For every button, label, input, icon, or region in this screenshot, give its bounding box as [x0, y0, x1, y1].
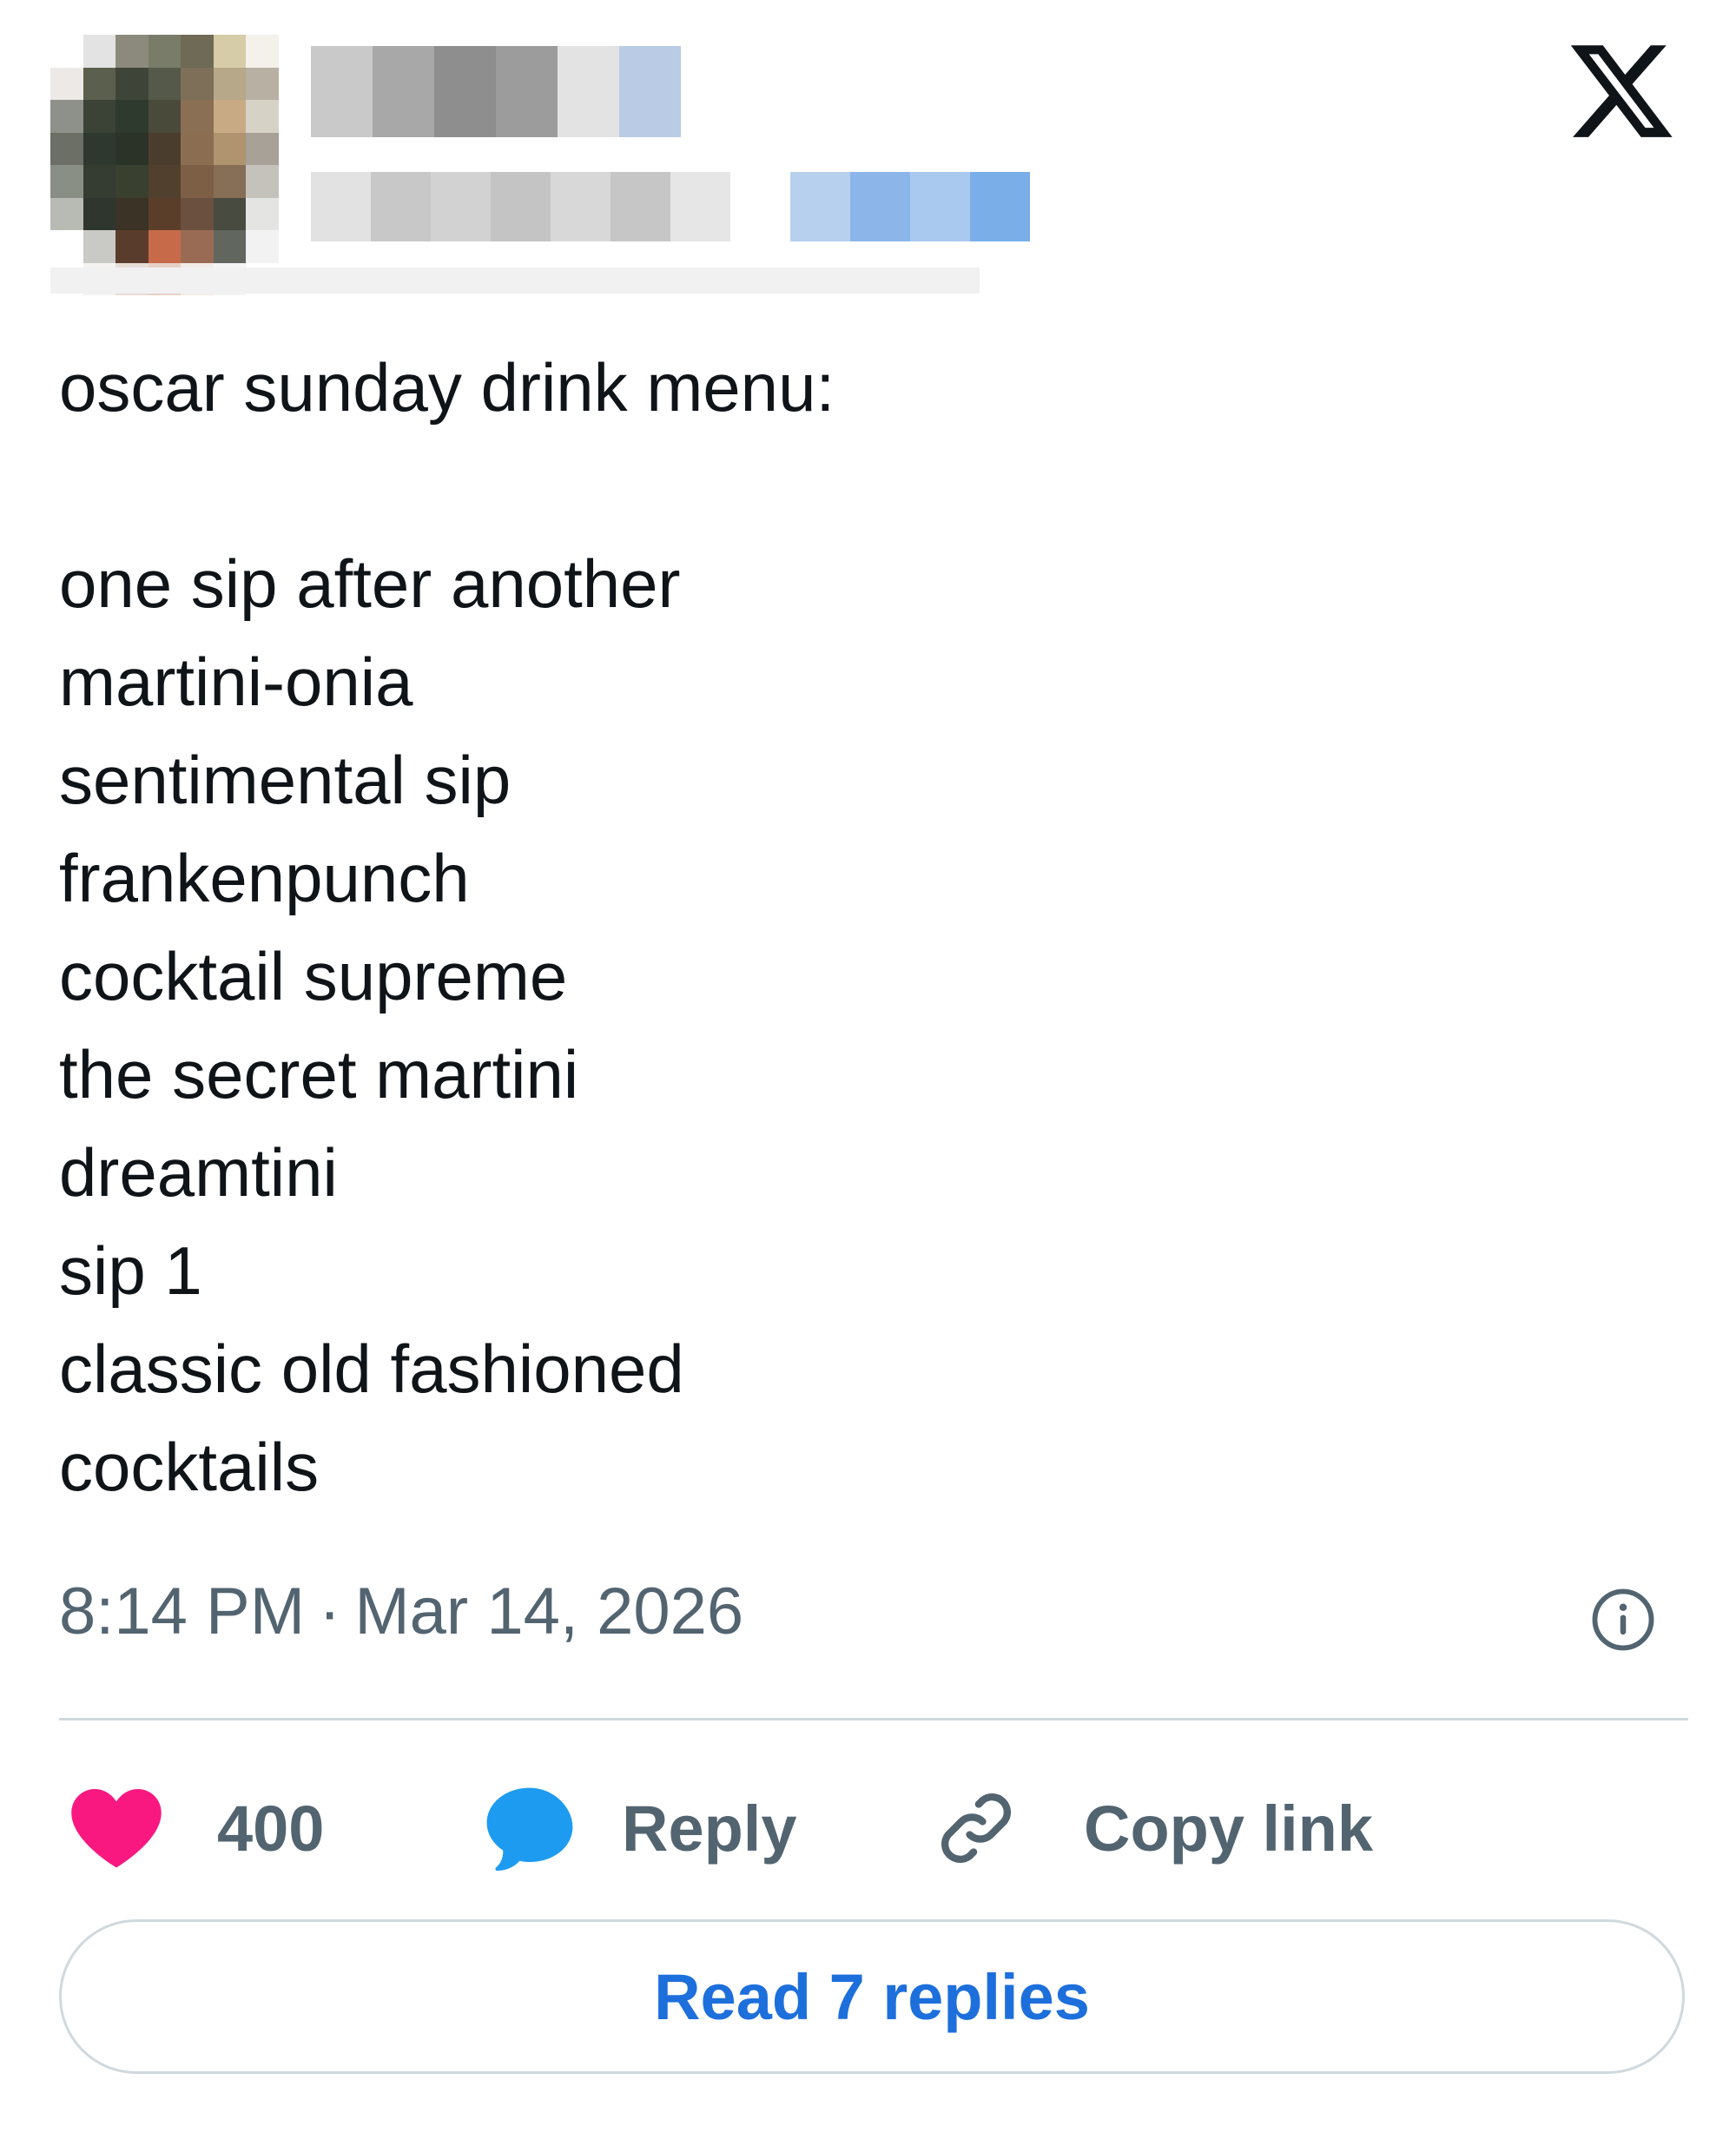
divider: [59, 1718, 1688, 1720]
speech-bubble-icon: [486, 1787, 573, 1871]
post-date: Mar 14, 2026: [354, 1575, 744, 1648]
menu-item: sip 1: [59, 1232, 202, 1309]
reply-button[interactable]: Reply: [485, 1780, 797, 1876]
menu-item: sentimental sip: [59, 742, 512, 818]
info-icon[interactable]: [1589, 1586, 1657, 1654]
menu-item: dreamtini: [59, 1134, 338, 1211]
post-text: oscar sunday drink menu: one sip after a…: [59, 339, 1622, 1516]
handle-redacted[interactable]: [311, 172, 1030, 241]
menu-item: cocktails: [59, 1429, 320, 1505]
post-header: [50, 35, 1700, 295]
meta-separator: ·: [319, 1575, 341, 1648]
read-replies-button[interactable]: Read 7 replies: [59, 1919, 1685, 2074]
menu-item: the secret martini: [59, 1036, 579, 1113]
post-intro: oscar sunday drink menu:: [59, 349, 835, 426]
copy-link-button[interactable]: Copy link: [933, 1780, 1373, 1876]
post-time: 8:14 PM: [59, 1575, 306, 1648]
display-name-redacted[interactable]: [311, 46, 681, 137]
menu-item: one sip after another: [59, 545, 681, 622]
menu-item: martini-onia: [59, 644, 413, 720]
reply-label: Reply: [622, 1792, 797, 1865]
action-bar: 400 Reply Copy link: [69, 1780, 1633, 1876]
like-button[interactable]: 400: [69, 1780, 324, 1876]
copy-link-label: Copy link: [1084, 1792, 1374, 1865]
x-logo-icon[interactable]: [1565, 35, 1678, 148]
avatar[interactable]: [50, 35, 311, 295]
menu-item: classic old fashioned: [59, 1331, 684, 1407]
menu-item: cocktail supreme: [59, 938, 568, 1014]
menu-item: frankenpunch: [59, 840, 470, 916]
like-count: 400: [217, 1792, 325, 1865]
heart-icon: [71, 1789, 162, 1868]
post-timestamp[interactable]: 8:14 PM · Mar 14, 2026: [59, 1574, 743, 1649]
redaction-strip: [50, 267, 980, 294]
link-icon: [941, 1793, 1011, 1863]
